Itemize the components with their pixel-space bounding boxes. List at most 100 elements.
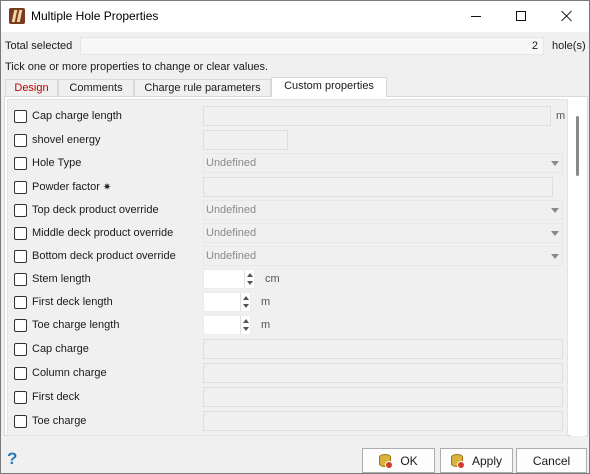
property-row-powder-factor: Powder factor ✷ xyxy=(8,177,567,197)
value-dropdown[interactable]: Undefined xyxy=(203,200,563,220)
property-row-cap-charge: Cap charge xyxy=(8,339,567,359)
value-field xyxy=(203,339,563,359)
total-selected-label: Total selected xyxy=(5,40,73,52)
checkbox[interactable] xyxy=(14,134,27,147)
checkbox[interactable] xyxy=(14,343,27,356)
property-label: Bottom deck product override xyxy=(32,250,176,262)
property-row-bottom-deck-product-override: Bottom deck product override Undefined xyxy=(8,246,567,266)
total-selected-unit: hole(s) xyxy=(552,40,586,52)
app-icon xyxy=(9,8,25,24)
property-label: Hole Type xyxy=(32,157,82,169)
checkbox[interactable] xyxy=(14,273,27,286)
property-row-stem-length: Stem length cm xyxy=(8,269,567,289)
property-label-text: Powder factor xyxy=(32,181,100,193)
properties-panel: Cap charge length m shovel energy Hole T… xyxy=(4,96,588,436)
property-label: Column charge xyxy=(32,367,107,379)
apply-button-label: Apply xyxy=(471,453,503,468)
spin-down-icon xyxy=(243,304,249,308)
unit-label: cm xyxy=(265,273,280,285)
property-label: Cap charge length xyxy=(32,110,122,122)
value-spinbox[interactable] xyxy=(203,269,255,289)
property-row-first-deck: First deck xyxy=(8,387,567,407)
minimize-button[interactable] xyxy=(453,1,498,31)
tab-design[interactable]: Design xyxy=(5,79,58,96)
property-row-toe-charge: Toe charge xyxy=(8,411,567,431)
tab-custom-properties[interactable]: Custom properties xyxy=(271,77,387,97)
checkbox[interactable] xyxy=(14,250,27,263)
dropdown-value: Undefined xyxy=(206,157,257,169)
property-label: Middle deck product override xyxy=(32,227,174,239)
value-field[interactable] xyxy=(203,130,288,150)
value-dropdown[interactable]: Undefined xyxy=(203,246,563,266)
dropdown-value: Undefined xyxy=(206,250,257,262)
value-field xyxy=(203,411,563,431)
chevron-down-icon xyxy=(551,208,559,213)
tab-comments[interactable]: Comments xyxy=(58,79,134,96)
property-row-cap-charge-length: Cap charge length m xyxy=(8,106,567,126)
ok-button-label: OK xyxy=(400,453,418,468)
apply-button[interactable]: Apply xyxy=(440,448,513,473)
unit-label: m xyxy=(261,296,271,308)
properties-list: Cap charge length m shovel energy Hole T… xyxy=(7,99,568,436)
vertical-scrollbar[interactable] xyxy=(571,99,585,436)
spin-down-icon xyxy=(247,281,253,285)
chevron-down-icon xyxy=(551,231,559,236)
property-label: Toe charge length xyxy=(32,319,120,331)
checkbox[interactable] xyxy=(14,319,27,332)
calculated-marker-icon: ✷ xyxy=(102,182,112,193)
value-spinbox[interactable] xyxy=(203,315,251,335)
help-icon[interactable]: ? xyxy=(7,449,17,469)
spin-buttons[interactable] xyxy=(240,293,250,311)
tab-charge-rule-parameters[interactable]: Charge rule parameters xyxy=(134,79,271,96)
property-label: shovel energy xyxy=(32,134,101,146)
value-field xyxy=(203,387,563,407)
database-icon xyxy=(450,453,465,469)
spin-up-icon xyxy=(247,273,253,277)
database-icon xyxy=(379,453,394,469)
value-field xyxy=(203,363,563,383)
checkbox[interactable] xyxy=(14,391,27,404)
chevron-down-icon xyxy=(551,161,559,166)
property-row-first-deck-length: First deck length m xyxy=(8,292,567,312)
button-bar: ? OK Apply Cancel xyxy=(1,445,589,473)
property-row-toe-charge-length: Toe charge length m xyxy=(8,315,567,335)
cancel-button[interactable]: Cancel xyxy=(516,448,587,473)
checkbox[interactable] xyxy=(14,157,27,170)
value-spinbox[interactable] xyxy=(203,292,251,312)
value-dropdown[interactable]: Undefined xyxy=(203,153,563,173)
property-label: Top deck product override xyxy=(32,204,159,216)
close-button[interactable] xyxy=(544,1,589,31)
dropdown-value: Undefined xyxy=(206,227,257,239)
property-label: First deck length xyxy=(32,296,113,308)
ok-button[interactable]: OK xyxy=(362,448,435,473)
unit-label: m xyxy=(556,110,566,122)
cancel-button-label: Cancel xyxy=(532,453,571,468)
property-label: Powder factor ✷ xyxy=(32,181,111,193)
checkbox[interactable] xyxy=(14,415,27,428)
checkbox[interactable] xyxy=(14,204,27,217)
chevron-down-icon xyxy=(551,254,559,259)
maximize-button[interactable] xyxy=(498,1,543,31)
spin-down-icon xyxy=(243,327,249,331)
checkbox[interactable] xyxy=(14,367,27,380)
checkbox[interactable] xyxy=(14,296,27,309)
property-label: Toe charge xyxy=(32,415,87,427)
spin-buttons[interactable] xyxy=(244,270,254,288)
value-field xyxy=(203,177,553,197)
scrollbar-thumb[interactable] xyxy=(576,116,579,176)
spin-buttons[interactable] xyxy=(240,316,250,334)
checkbox[interactable] xyxy=(14,110,27,123)
unit-label: m xyxy=(261,319,271,331)
property-row-top-deck-product-override: Top deck product override Undefined xyxy=(8,200,567,220)
dialog-window: Multiple Hole Properties Total selected … xyxy=(0,0,590,474)
close-icon xyxy=(561,10,573,22)
instruction-text: Tick one or more properties to change or… xyxy=(5,61,269,73)
value-field[interactable] xyxy=(203,106,551,126)
minimize-icon xyxy=(470,15,481,17)
checkbox[interactable] xyxy=(14,181,27,194)
window-title: Multiple Hole Properties xyxy=(31,9,159,23)
value-dropdown[interactable]: Undefined xyxy=(203,223,563,243)
property-label: Cap charge xyxy=(32,343,89,355)
property-label: First deck xyxy=(32,391,80,403)
checkbox[interactable] xyxy=(14,227,27,240)
